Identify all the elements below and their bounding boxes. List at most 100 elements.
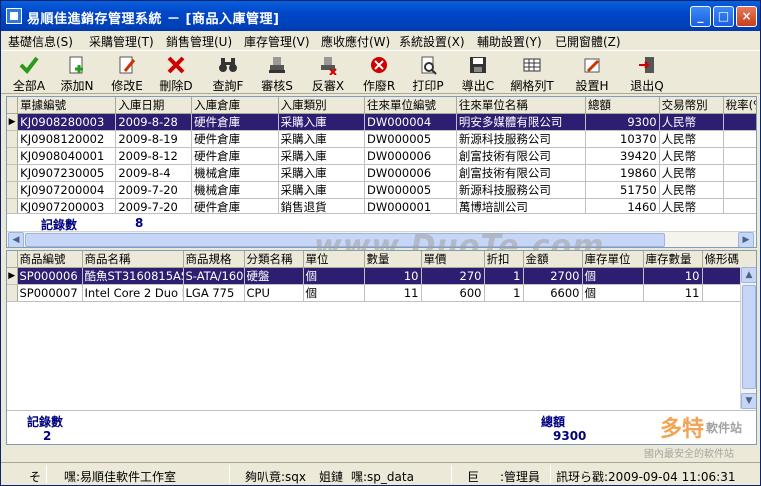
table-row[interactable]: ▶ SP000006 酷魚ST3160815AS( S-ATA/1600 硬盤 … (7, 267, 756, 285)
search-button[interactable]: 查詢F (206, 53, 250, 93)
menu-sales[interactable]: 銷售管理(U) (166, 33, 232, 50)
col-header-type[interactable]: 入庫類別 (278, 97, 366, 114)
menu-receivables[interactable]: 應收應付(W) (321, 33, 390, 50)
print-icon (421, 56, 437, 75)
current-row-indicator: ▶ (7, 113, 19, 131)
checkmark-icon (19, 56, 39, 75)
col-header-category[interactable]: 分類名稱 (244, 251, 304, 268)
grid-columns-icon (523, 58, 541, 72)
current-row-indicator: ▶ (7, 267, 18, 285)
table-row[interactable]: KJ0907200004 2009-7-20 機械倉庫 采購入庫 DW00000… (7, 181, 756, 199)
col-header-item-name[interactable]: 商品名稱 (82, 251, 184, 268)
logo-sub-text: 軟件站 (706, 421, 743, 435)
menu-aux-settings[interactable]: 輔助設置(Y) (477, 33, 542, 50)
item-vscrollbar[interactable]: ▲ ▼ (740, 267, 756, 409)
document-table: 單據編號 入庫日期 入庫倉庫 入庫類別 往來單位編號 往來單位名稱 總額 交易幣… (7, 97, 756, 216)
scroll-up-button[interactable]: ▲ (741, 267, 756, 283)
print-button[interactable]: 打印P (406, 53, 450, 93)
table-row[interactable]: SP000007 Intel Core 2 Duo E45 LGA 775 CP… (7, 284, 756, 302)
edit-button[interactable]: 修改E (105, 53, 149, 93)
menu-bar: 基礎信息(S) 采購管理(T) 銷售管理(U) 庫存管理(V) 應收應付(W) … (1, 31, 760, 50)
total-amount-value: 9300 (553, 429, 587, 443)
binoculars-icon (219, 58, 237, 72)
status-data-set: 嘿:sp_data (351, 470, 414, 484)
title-bar: 易順佳進銷存管理系統 － [商品入庫管理] _ □ × (1, 1, 760, 31)
status-login-time: 訊玡ら戳:2009-09-04 11:06:31 (556, 470, 736, 484)
void-button[interactable]: 作廢R (357, 53, 401, 93)
main-window: 易順佳進銷存管理系統 － [商品入庫管理] _ □ × 基礎信息(S) 采購管理… (0, 0, 761, 486)
col-header-date[interactable]: 入庫日期 (115, 97, 193, 114)
approve-icon (269, 57, 285, 73)
status-bar: そ 嘿:易順佳軟件工作室 夠叭竟:sqx 姐鏈 嘿:sp_data 巨 :管理員… (1, 462, 760, 485)
status-company: 嘿:易順佳軟件工作室 (64, 470, 177, 484)
col-header-unit-price[interactable]: 單價 (421, 251, 485, 268)
col-header-partner-no[interactable]: 往來單位編號 (364, 97, 457, 114)
scroll-left-button[interactable]: ◀ (8, 232, 24, 247)
menu-inventory[interactable]: 庫存管理(V) (244, 33, 310, 50)
scroll-thumb[interactable] (742, 285, 756, 389)
col-header-partner-name[interactable]: 往來單位名稱 (456, 97, 587, 114)
scroll-right-button[interactable]: ▶ (738, 232, 754, 247)
col-header-spec[interactable]: 商品規格 (183, 251, 245, 268)
document-grid: 單據編號 入庫日期 入庫倉庫 入庫類別 往來單位編號 往來單位名稱 總額 交易幣… (6, 96, 757, 248)
edit-document-icon (119, 56, 136, 74)
unapprove-button[interactable]: 反審X (306, 53, 350, 93)
item-header-row: 商品編號 商品名稱 商品規格 分類名稱 單位 數量 單價 折扣 金額 庫存單位 … (7, 251, 756, 268)
settings-button[interactable]: 設置H (570, 53, 614, 93)
scroll-down-button[interactable]: ▼ (741, 393, 756, 409)
col-header-warehouse[interactable]: 入庫倉庫 (191, 97, 279, 114)
col-header-stock-unit[interactable]: 庫存單位 (582, 251, 644, 268)
col-header-doc-no[interactable]: 單據編號 (17, 97, 117, 114)
close-button[interactable]: × (736, 6, 757, 27)
table-row[interactable]: KJ0908120002 2009-8-19 硬件倉庫 采購入庫 DW00000… (7, 130, 756, 148)
void-icon (371, 57, 387, 73)
table-row[interactable]: KJ0907230005 2009-8-4 機械倉庫 采購入庫 DW000006… (7, 164, 756, 182)
logo-main-text: 多特 (660, 417, 705, 442)
document-header-row: 單據編號 入庫日期 入庫倉庫 入庫類別 往來單位編號 往來單位名稱 總額 交易幣… (7, 97, 756, 114)
delete-button[interactable]: 刪除D (154, 53, 198, 93)
total-amount-label: 總額 (541, 415, 566, 429)
menu-purchase[interactable]: 采購管理(T) (89, 33, 154, 50)
grid-columns-button[interactable]: 網格列T (510, 53, 554, 93)
col-header-amount[interactable]: 金額 (523, 251, 583, 268)
table-row[interactable]: KJ0908040001 2009-8-12 硬件倉庫 采購入庫 DW00000… (7, 147, 756, 165)
col-header-tax-rate[interactable]: 稅率(%) (723, 97, 756, 114)
status-database: 夠叭竟:sqx (245, 470, 307, 484)
col-header-quantity[interactable]: 數量 (364, 251, 422, 268)
status-account-label: 姐鏈 (319, 470, 344, 484)
logo-tagline: 國內最安全的軟件站 (644, 449, 734, 460)
col-header-stock-qty[interactable]: 庫存數量 (643, 251, 703, 268)
menu-open-windows[interactable]: 已開窗體(Z) (555, 33, 621, 50)
record-count-value: 8 (135, 216, 144, 230)
window-title: 易順佳進銷存管理系統 － [商品入庫管理] (27, 12, 280, 27)
unapprove-icon (321, 57, 337, 75)
maximize-button[interactable]: □ (713, 6, 734, 27)
delete-x-icon (167, 56, 185, 74)
status-user-icon-text: 巨 (467, 470, 480, 484)
menu-system-settings[interactable]: 系統設置(X) (399, 33, 465, 50)
duote-logo: 多特 軟件站 國內最安全的軟件站 (638, 411, 758, 461)
menu-basic-info[interactable]: 基礎信息(S) (8, 33, 73, 50)
floppy-disk-icon (470, 57, 486, 73)
export-button[interactable]: 導出C (456, 53, 500, 93)
add-document-icon (69, 56, 83, 74)
col-header-barcode[interactable]: 條形碼 (702, 251, 756, 268)
item-table: 商品編號 商品名稱 商品規格 分類名稱 單位 數量 單價 折扣 金額 庫存單位 … (7, 251, 756, 302)
settings-icon (584, 58, 600, 73)
col-header-item-no[interactable]: 商品編號 (17, 251, 83, 268)
col-header-unit[interactable]: 單位 (303, 251, 365, 268)
minimize-button[interactable]: _ (690, 6, 711, 27)
app-icon[interactable] (6, 8, 22, 24)
col-header-total[interactable]: 總額 (585, 97, 660, 114)
status-user: :管理員 (500, 470, 541, 484)
all-button[interactable]: 全部A (7, 53, 51, 93)
exit-icon (639, 57, 654, 73)
table-row[interactable]: ▶ KJ0908280003 2009-8-28 硬件倉庫 采購入庫 DW000… (7, 113, 756, 131)
exit-button[interactable]: 退出Q (625, 53, 669, 93)
add-button[interactable]: 添加N (55, 53, 99, 93)
approve-button[interactable]: 審核S (255, 53, 299, 93)
item-record-count-value: 2 (43, 429, 52, 443)
row-indicator-header (7, 97, 19, 114)
col-header-currency[interactable]: 交易幣別 (659, 97, 724, 114)
col-header-discount[interactable]: 折扣 (484, 251, 524, 268)
